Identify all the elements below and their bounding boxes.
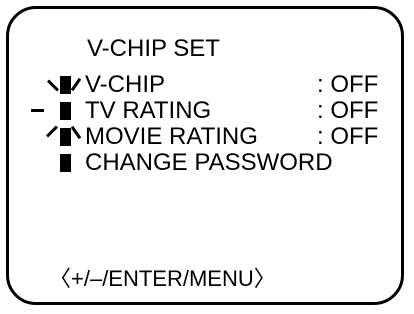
menu-item-marker [60, 102, 71, 120]
menu-item-tv-rating[interactable]: TV RATING : OFF [9, 98, 407, 124]
menu-item-label: V-CHIP [85, 71, 166, 98]
menu-item-value: : OFF [317, 71, 379, 98]
menu-item-value: : OFF [317, 123, 379, 150]
menu-item-marker [60, 154, 71, 172]
tv-onscreen-menu: V-CHIP SET V-CHIP : OFF TV RATING : OFF … [6, 6, 404, 305]
menu-item-change-password[interactable]: CHANGE PASSWORD [9, 150, 407, 176]
menu-item-marker [60, 128, 71, 146]
menu-item-label: CHANGE PASSWORD [85, 149, 333, 176]
menu-title: V-CHIP SET [87, 35, 220, 62]
menu-item-movie-rating[interactable]: MOVIE RATING : OFF [9, 124, 407, 150]
menu-item-label: MOVIE RATING [85, 123, 258, 150]
menu-item-marker [60, 76, 71, 94]
button-hint: 〈+/–/ENTER/MENU〉 [49, 266, 276, 291]
menu-item-value: : OFF [317, 97, 379, 124]
menu-item-label: TV RATING [85, 97, 212, 124]
menu-item-v-chip[interactable]: V-CHIP : OFF [9, 72, 407, 98]
